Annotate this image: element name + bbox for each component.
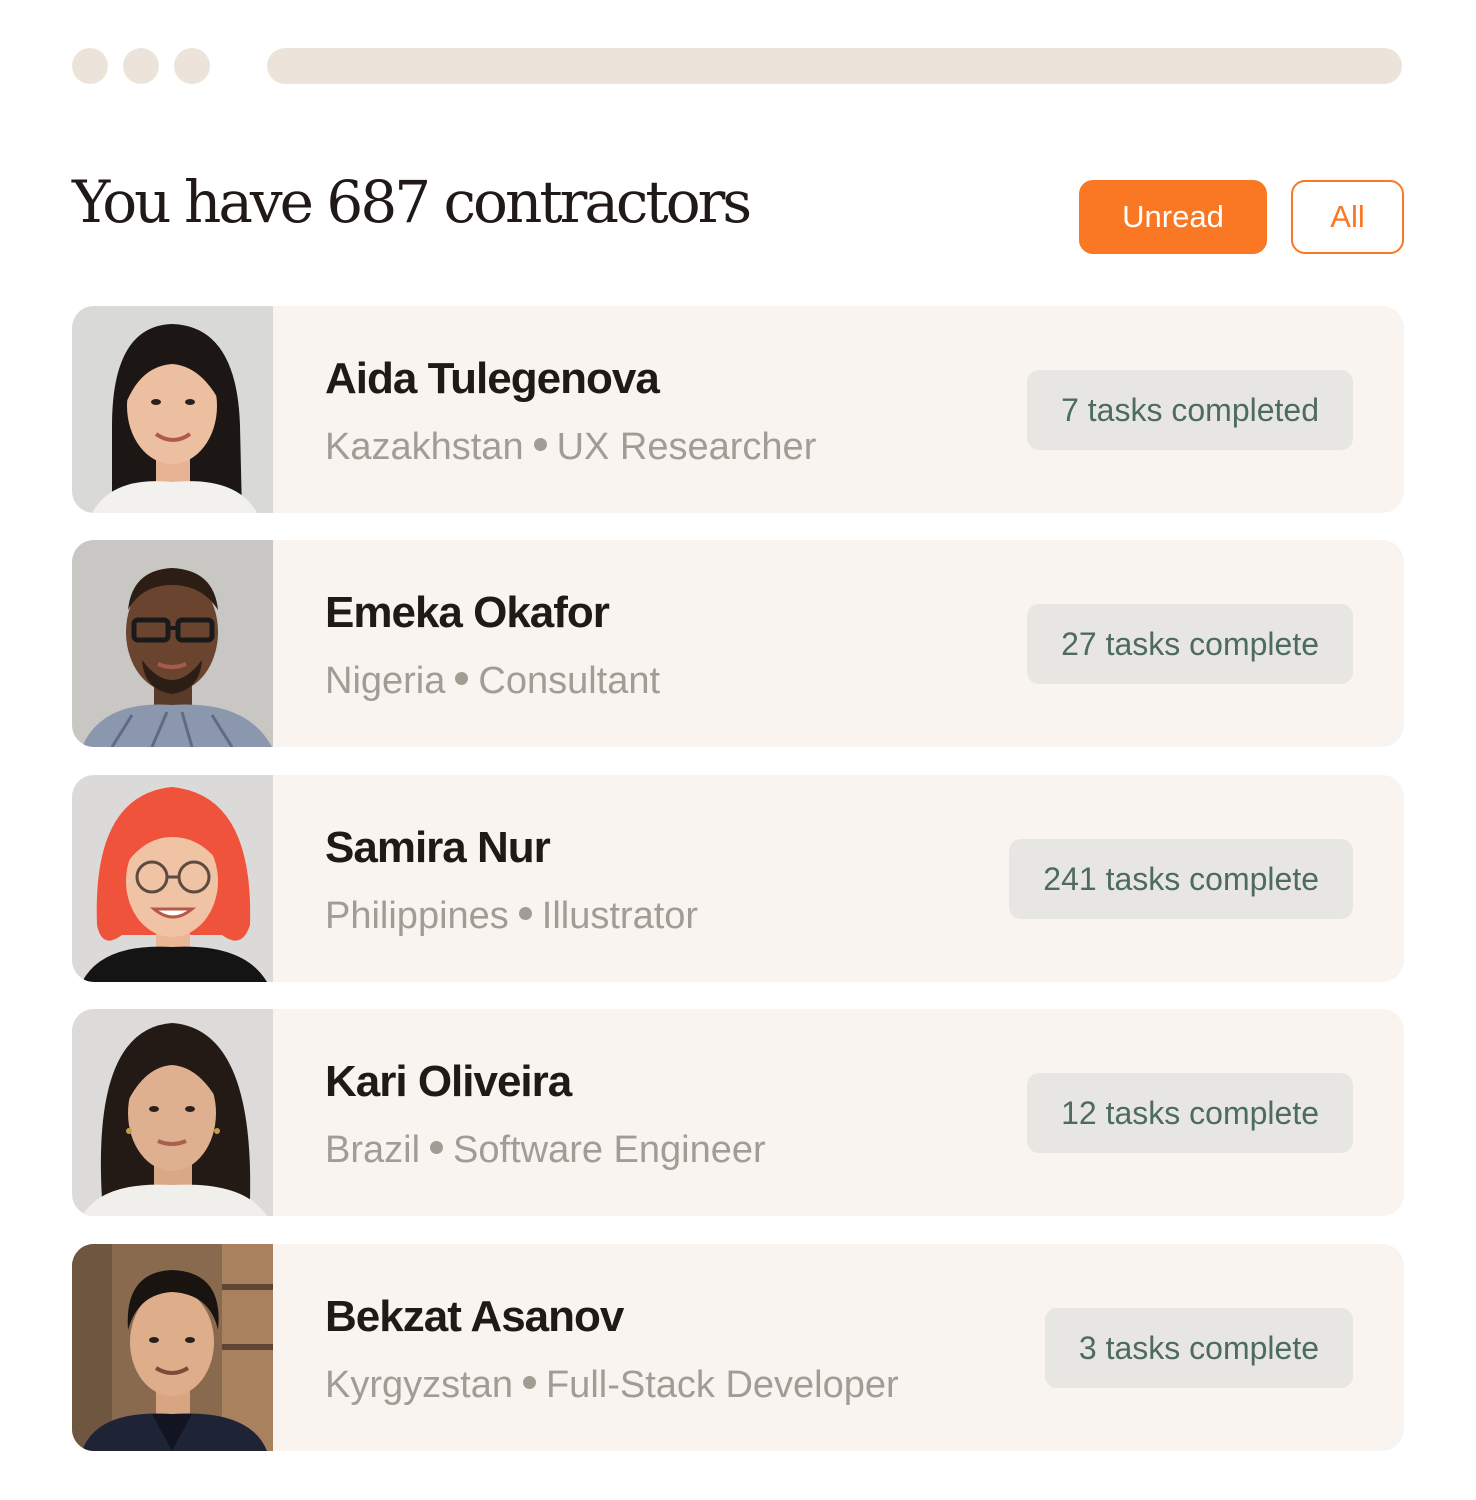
tasks-badge: 12 tasks complete bbox=[1027, 1073, 1353, 1153]
tasks-badge: 7 tasks completed bbox=[1027, 370, 1353, 450]
contractor-card[interactable]: Bekzat Asanov Kyrgyzstan Full-Stack Devel… bbox=[72, 1244, 1404, 1451]
contractor-meta: Nigeria Consultant bbox=[325, 660, 660, 703]
contractor-role: UX Researcher bbox=[556, 426, 817, 468]
contractor-card[interactable]: Emeka Okafor Nigeria Consultant 27 tasks … bbox=[72, 540, 1404, 747]
avatar-photo-icon bbox=[72, 306, 273, 513]
all-filter-button[interactable]: All bbox=[1291, 180, 1404, 254]
contractor-country: Kyrgyzstan bbox=[325, 1364, 513, 1406]
window-dot-2[interactable] bbox=[123, 48, 159, 84]
tasks-badge: 241 tasks complete bbox=[1009, 839, 1353, 919]
contractor-name: Kari Oliveira bbox=[325, 1057, 572, 1106]
contractor-country: Kazakhstan bbox=[325, 426, 524, 468]
avatar bbox=[72, 1009, 273, 1216]
contractor-role: Illustrator bbox=[541, 895, 699, 937]
page-title: You have 687 contractors bbox=[72, 168, 752, 236]
contractor-country: Brazil bbox=[325, 1129, 421, 1171]
avatar bbox=[72, 1244, 273, 1451]
contractor-card[interactable]: Aida Tulegenova Kazakhstan UX Researcher … bbox=[72, 306, 1404, 513]
contractor-country: Philippines bbox=[325, 895, 509, 937]
tasks-badge: 3 tasks complete bbox=[1044, 1308, 1353, 1388]
avatar bbox=[72, 306, 273, 513]
separator-dot-icon bbox=[518, 907, 532, 921]
window-chrome bbox=[72, 48, 1402, 84]
contractor-country: Nigeria bbox=[325, 660, 446, 702]
contractor-meta: Kyrgyzstan Full-Stack Developer bbox=[325, 1364, 899, 1407]
separator-dot-icon bbox=[455, 672, 469, 686]
separator-dot-icon bbox=[533, 438, 547, 452]
separator-dot-icon bbox=[522, 1376, 536, 1390]
separator-dot-icon bbox=[430, 1141, 444, 1155]
avatar-photo-icon bbox=[72, 540, 273, 747]
contractor-name: Emeka Okafor bbox=[325, 588, 610, 637]
contractor-name: Bekzat Asanov bbox=[325, 1292, 624, 1341]
window-dot-1[interactable] bbox=[72, 48, 108, 84]
contractor-name: Samira Nur bbox=[325, 823, 551, 872]
unread-filter-button[interactable]: Unread bbox=[1079, 180, 1267, 254]
contractor-card[interactable]: Kari Oliveira Brazil Software Engineer 12… bbox=[72, 1009, 1404, 1216]
avatar bbox=[72, 775, 273, 982]
address-bar[interactable] bbox=[267, 48, 1402, 84]
contractor-role: Consultant bbox=[478, 660, 661, 702]
contractor-meta: Philippines Illustrator bbox=[325, 895, 698, 938]
avatar bbox=[72, 540, 273, 747]
contractor-name: Aida Tulegenova bbox=[325, 354, 660, 403]
avatar-photo-icon bbox=[72, 1009, 273, 1216]
contractor-role: Software Engineer bbox=[453, 1129, 766, 1171]
contractor-meta: Brazil Software Engineer bbox=[325, 1129, 766, 1172]
avatar-photo-icon bbox=[72, 1244, 273, 1451]
contractor-meta: Kazakhstan UX Researcher bbox=[325, 426, 816, 469]
window-dot-3[interactable] bbox=[174, 48, 210, 84]
contractor-role: Full-Stack Developer bbox=[545, 1364, 899, 1406]
avatar-photo-icon bbox=[72, 775, 273, 982]
tasks-badge: 27 tasks complete bbox=[1027, 604, 1353, 684]
contractor-card[interactable]: Samira Nur Philippines Illustrator 241 ta… bbox=[72, 775, 1404, 982]
